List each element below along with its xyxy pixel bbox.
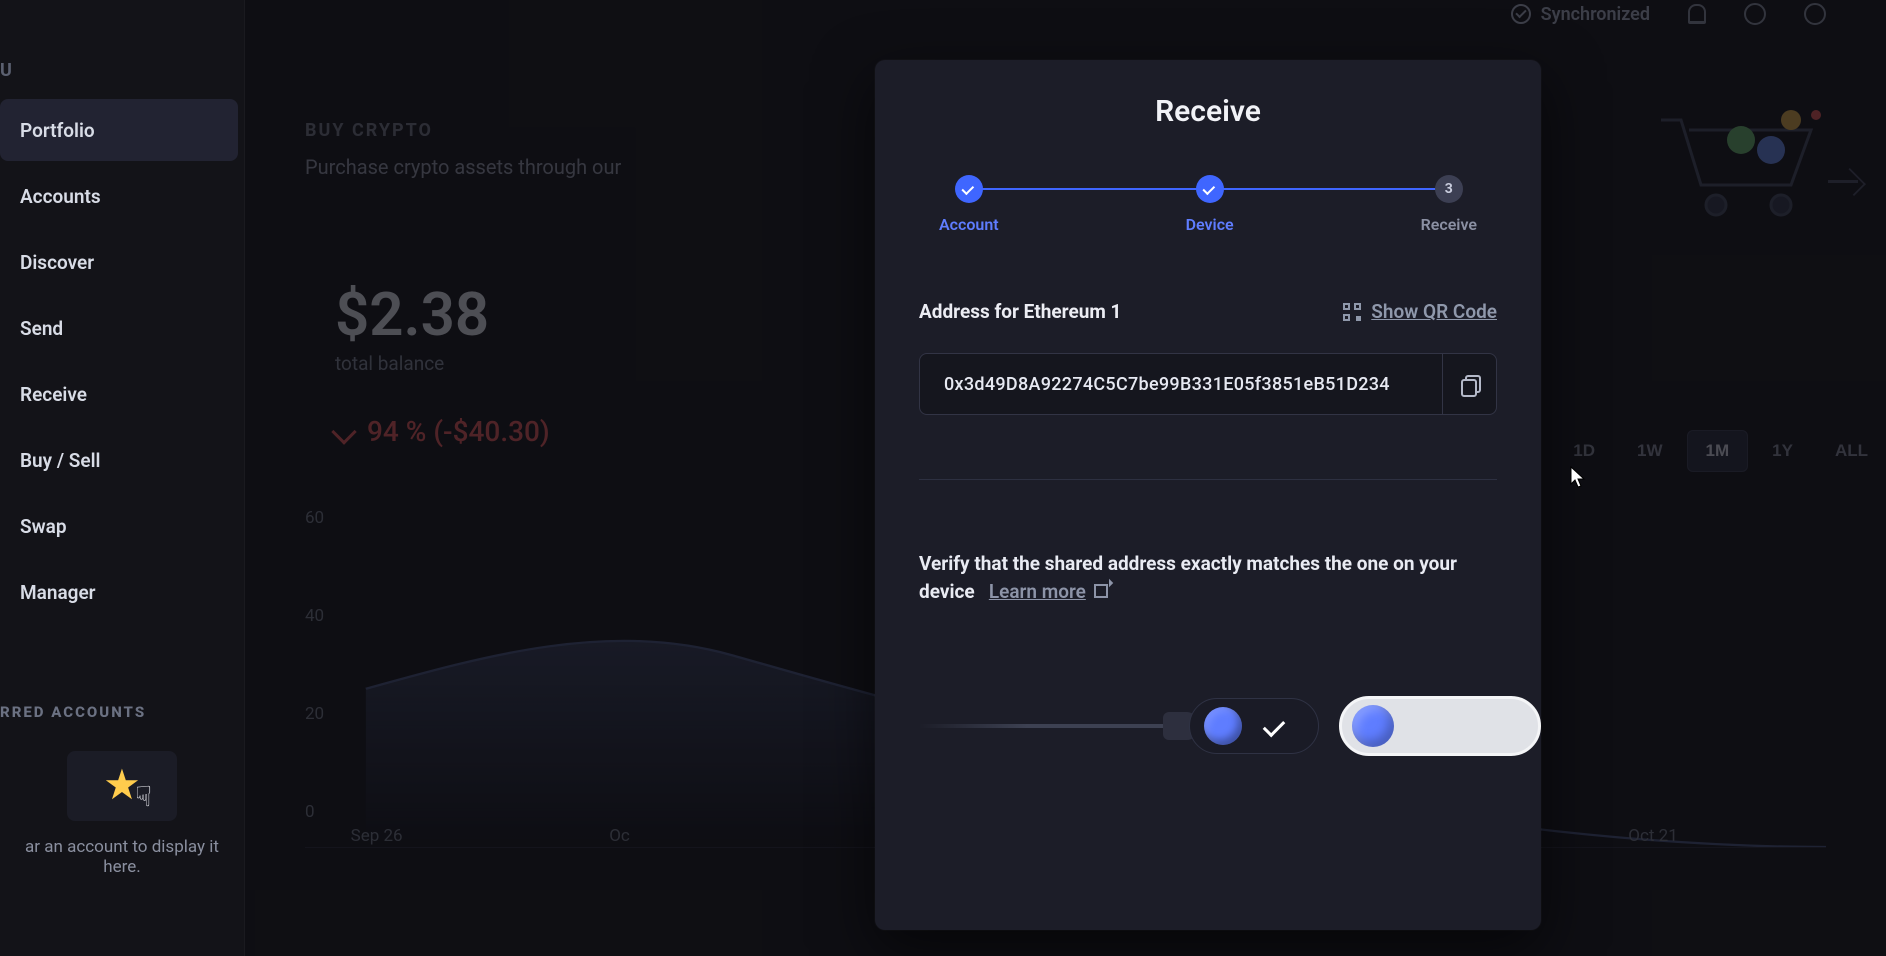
nav-item-portfolio[interactable]: Portfolio (0, 99, 238, 161)
divider (919, 479, 1497, 480)
sidebar: U Portfolio Accounts Discover Send Recei… (0, 0, 245, 956)
step-device: Device (1186, 175, 1234, 234)
receive-modal: Receive Account Device 3 Receive Address… (875, 60, 1541, 930)
nav-item-send[interactable]: Send (0, 297, 238, 359)
ledger-device-icon (1189, 698, 1319, 754)
starred-placeholder: ☟ (67, 751, 177, 821)
modal-title: Receive (919, 94, 1497, 129)
ledger-device-light-icon (1339, 696, 1541, 756)
verify-text: Verify that the shared address exactly m… (919, 550, 1497, 605)
step-account: Account (939, 175, 999, 234)
cable-icon (919, 724, 1189, 728)
external-link-icon (1094, 584, 1108, 598)
check-icon (1196, 175, 1224, 203)
qr-icon (1343, 303, 1361, 321)
address-value[interactable]: 0x3d49D8A92274C5C7be99B331E05f3851eB51D2… (920, 354, 1442, 414)
nav-item-manager[interactable]: Manager (0, 561, 238, 623)
stepper: Account Device 3 Receive (919, 175, 1497, 234)
check-icon (1263, 715, 1286, 738)
copy-button[interactable] (1442, 354, 1496, 414)
step-number: 3 (1435, 175, 1463, 203)
address-label: Address for Ethereum 1 (919, 300, 1121, 323)
check-icon (955, 175, 983, 203)
starred-heading: RRED ACCOUNTS (0, 703, 244, 721)
device-button-icon (1204, 707, 1242, 745)
nav-list: Portfolio Accounts Discover Send Receive… (0, 99, 244, 623)
address-box: 0x3d49D8A92274C5C7be99B331E05f3851eB51D2… (919, 353, 1497, 415)
device-illustration (919, 691, 1497, 761)
show-qr-link[interactable]: Show QR Code (1343, 300, 1497, 323)
device-button-icon (1352, 705, 1394, 747)
nav-item-buy-sell[interactable]: Buy / Sell (0, 429, 238, 491)
main-panel: BUY CRYPTO Purchase crypto assets throug… (245, 0, 1886, 956)
pointer-icon: ☟ (135, 780, 152, 813)
menu-heading: U (0, 60, 244, 81)
mouse-cursor-icon (1570, 466, 1586, 488)
starred-msg: ar an account to display it here. (0, 837, 244, 877)
learn-more-link[interactable]: Learn more (989, 578, 1108, 606)
nav-item-receive[interactable]: Receive (0, 363, 238, 425)
step-receive: 3 Receive (1421, 175, 1477, 234)
nav-item-accounts[interactable]: Accounts (0, 165, 238, 227)
copy-icon (1461, 375, 1479, 393)
nav-item-swap[interactable]: Swap (0, 495, 238, 557)
nav-item-discover[interactable]: Discover (0, 231, 238, 293)
